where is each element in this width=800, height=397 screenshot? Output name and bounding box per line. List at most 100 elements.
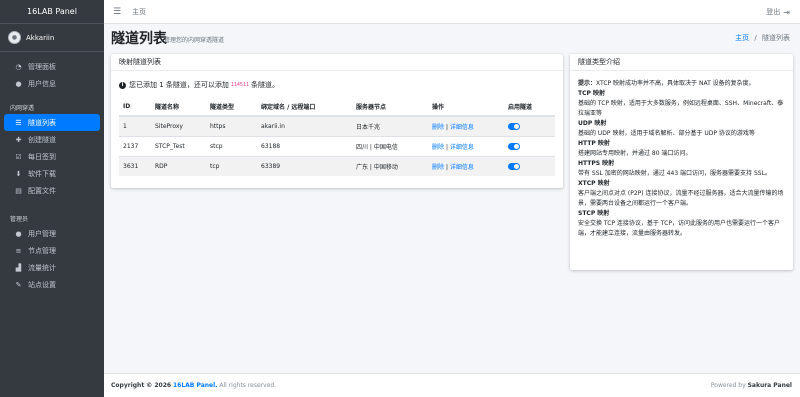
detail-link[interactable]: 详细信息	[450, 144, 474, 151]
sidebar: 16LAB Panel ● Akkariin ◔ 管理面板 ● 用户信息 内网穿…	[0, 0, 104, 397]
column-header: ID	[119, 98, 151, 117]
action-separator: |	[445, 163, 448, 171]
tunnel-id: 2137	[119, 135, 151, 156]
check-square-icon: ☑	[15, 152, 22, 161]
column-header: 服务器节点	[352, 98, 428, 117]
section-title: XTCP 映射	[578, 180, 610, 187]
tunnel-name: RDP	[151, 155, 206, 176]
sidebar-item-label: 隧道列表	[28, 118, 56, 127]
sidebar-item-tunnel-list[interactable]: ☰ 隧道列表	[4, 114, 100, 131]
dashboard-icon: ◔	[15, 62, 22, 71]
sidebar-item-config[interactable]: ▤ 配置文件	[4, 182, 100, 199]
tunnel-node: 四川 | 中国电信	[352, 135, 428, 156]
powered-by: Powered by Sakura Panel	[711, 382, 792, 389]
enable-toggle[interactable]	[508, 162, 520, 170]
tunnel-enabled-cell	[504, 115, 555, 136]
plus-icon: ✚	[15, 135, 22, 144]
tunnel-name: SiteProxy	[151, 115, 206, 136]
user-panel[interactable]: ● Akkariin	[0, 24, 104, 52]
table-row: 2137 STCP_Test stcp 63188 四川 | 中国电信 删除 |…	[119, 135, 555, 156]
nav-header-admin: 管理员	[10, 215, 29, 223]
sidebar-item-label: 每日签到	[28, 152, 56, 161]
chart-icon: ▟	[15, 263, 22, 272]
section-text: 基础的 UDP 映射，适用于域名解析、部分基于 UDP 协议的游戏等	[578, 130, 755, 137]
notice-prefix: 您已添加 1 条隧道，还可以添加	[129, 81, 229, 89]
tunnel-type: tcp	[206, 155, 257, 176]
sidebar-item-label: 软件下载	[28, 169, 56, 178]
page-title: 隧道列表	[111, 31, 167, 47]
tip-text: XTCP 映射成功率并不高，具体取决于 NAT 设备的复杂度。	[596, 80, 755, 87]
sidebar-item-label: 节点管理	[28, 246, 56, 255]
section-text: 安全交换 TCP 连接协议，基于 TCP，访问此服务的用户也需要运行一个客户端，…	[578, 220, 780, 237]
logout-label: 登出	[766, 8, 781, 16]
detail-link[interactable]: 详细信息	[450, 124, 474, 131]
user-icon: ●	[15, 79, 22, 88]
card-title: 映射隧道列表	[111, 54, 563, 71]
sidebar-item-label: 配置文件	[28, 186, 56, 195]
tunnel-notice: i 您已添加 1 条隧道，还可以添加 114511 条隧道。	[111, 71, 563, 90]
powered-prefix: Powered by	[710, 382, 746, 389]
sidebar-item-user-management[interactable]: ● 用户管理	[4, 225, 100, 242]
delete-link[interactable]: 删除	[432, 124, 444, 131]
users-icon: ●	[15, 229, 22, 238]
table-header-row: ID 隧道名称 隧道类型 绑定域名 / 远程端口 服务器节点 操作 启用隧道	[119, 98, 555, 117]
sidebar-item-user-info[interactable]: ● 用户信息	[4, 75, 100, 92]
rights-text: All rights reserved.	[219, 382, 277, 389]
sidebar-item-label: 创建隧道	[28, 135, 56, 144]
enable-toggle[interactable]	[508, 122, 520, 130]
tunnel-node: 广东 | 中国移动	[352, 155, 428, 176]
breadcrumb-current: 隧道列表	[762, 34, 790, 42]
copyright-prefix: Copyright © 2026	[111, 382, 172, 389]
breadcrumb-home[interactable]: 主页	[735, 34, 749, 42]
sidebar-item-label: 用户信息	[28, 79, 56, 88]
sidebar-item-create-tunnel[interactable]: ✚ 创建隧道	[4, 131, 100, 148]
column-header: 隧道类型	[206, 98, 257, 117]
column-header: 操作	[428, 98, 504, 117]
tunnel-type: stcp	[206, 135, 257, 156]
sidebar-item-label: 流量统计	[28, 263, 56, 272]
detail-link[interactable]: 详细信息	[450, 164, 474, 171]
tunnel-node: 日本千兆	[352, 115, 428, 136]
sidebar-item-label: 用户管理	[28, 229, 56, 238]
sidebar-item-traffic-stats[interactable]: ▟ 流量统计	[4, 259, 100, 276]
sidebar-item-label: 管理面板	[28, 62, 56, 71]
tunnel-actions: 删除 | 详细信息	[428, 135, 504, 156]
info-icon: i	[119, 81, 126, 89]
file-icon: ▤	[15, 186, 22, 195]
delete-link[interactable]: 删除	[432, 164, 444, 171]
sidebar-item-site-settings[interactable]: ✎ 站点设置	[4, 276, 100, 293]
tunnel-actions: 删除 | 详细信息	[428, 155, 504, 176]
topbar: ☰ 主页 登出 ⇥	[104, 0, 800, 24]
user-name[interactable]: Akkariin	[26, 34, 54, 42]
tunnel-list-card: 映射隧道列表 i 您已添加 1 条隧道，还可以添加 114511 条隧道。 ID…	[111, 54, 563, 188]
sidebar-item-dashboard[interactable]: ◔ 管理面板	[4, 58, 100, 75]
tunnel-bind: 63389	[257, 155, 352, 176]
sidebar-item-daily-signin[interactable]: ☑ 每日签到	[4, 148, 100, 165]
tip-label: 提示：	[578, 80, 597, 87]
nav-header-intranet: 内网穿透	[10, 104, 35, 112]
sidebar-item-download[interactable]: ⬇ 软件下载	[4, 165, 100, 182]
footer-brand-link[interactable]: 16LAB Panel.	[173, 382, 217, 389]
wrench-icon: ✎	[15, 280, 22, 289]
enable-toggle[interactable]	[508, 142, 520, 150]
tunnel-name: STCP_Test	[151, 135, 206, 156]
menu-icon[interactable]: ☰	[104, 7, 130, 17]
section-title: HTTPS 映射	[578, 160, 615, 167]
breadcrumb-separator: /	[754, 34, 757, 42]
top-home-link[interactable]: 主页	[132, 7, 146, 17]
sidebar-item-node-management[interactable]: ≡ 节点管理	[4, 242, 100, 259]
brand-logo[interactable]: 16LAB Panel	[0, 0, 104, 24]
copyright: Copyright © 2026 16LAB Panel. All rights…	[111, 382, 276, 389]
server-icon: ≡	[15, 246, 22, 255]
tunnel-id: 3631	[119, 155, 151, 176]
section-text: 基础的 TCP 映射，适用于大多数服务，例如远程桌面、SSH、Minecraft…	[578, 100, 784, 117]
delete-link[interactable]: 删除	[432, 144, 444, 151]
tunnel-enabled-cell	[504, 155, 555, 176]
tunnel-types-content: 提示：XTCP 映射成功率并不高，具体取决于 NAT 设备的复杂度。 TCP 映…	[570, 71, 793, 239]
action-separator: |	[445, 143, 448, 151]
logout-button[interactable]: 登出 ⇥	[766, 0, 790, 24]
footer: Copyright © 2026 16LAB Panel. All rights…	[104, 373, 800, 397]
section-text: 搭建网站专用映射，并通过 80 端口访问。	[578, 150, 692, 157]
page-subtitle: 管理您的内网穿透隧道	[164, 37, 225, 44]
tunnel-type: https	[206, 115, 257, 136]
